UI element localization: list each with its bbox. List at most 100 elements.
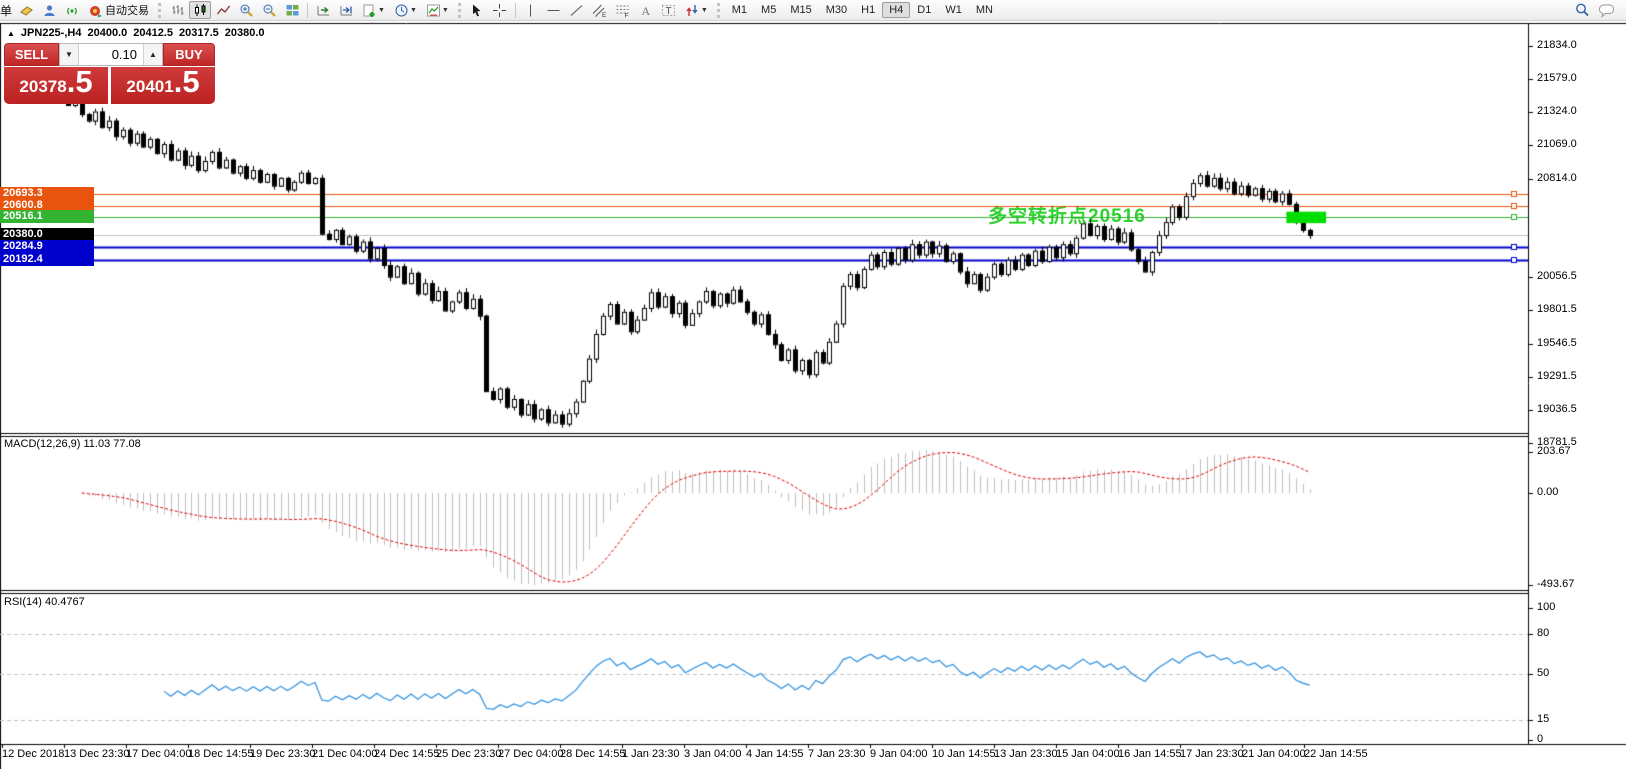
tile-windows-button[interactable]	[281, 1, 303, 19]
quote-close: 20380.0	[224, 27, 265, 39]
buy-button[interactable]: BUY	[163, 43, 215, 66]
periods-dropdown-caret: ▼	[409, 6, 417, 14]
svg-text:F: F	[625, 12, 629, 18]
price-line-tag[interactable]: 20192.4	[0, 253, 94, 266]
date-axis-label: 17 Dec 04:00	[126, 748, 192, 760]
date-axis-label: 9 Jan 04:00	[870, 748, 928, 760]
profile-icon[interactable]	[38, 1, 60, 19]
macd-scale-zero: 0.00	[1537, 486, 1559, 498]
horizontal-line-button[interactable]	[543, 1, 565, 19]
toolbar-grip	[158, 2, 162, 18]
buy-price-button[interactable]: 20401 .5	[111, 64, 215, 104]
signal-icon[interactable]	[61, 1, 83, 19]
sell-button[interactable]: SELL	[4, 43, 59, 66]
autotrading-button[interactable]: 自动交易	[84, 1, 153, 19]
rsi-scale-label: 50	[1537, 667, 1550, 679]
timeframe-m30-button[interactable]: M30	[819, 2, 854, 18]
rsi-scale-label: 0	[1537, 733, 1544, 745]
volume-decrease-button[interactable]: ▼	[60, 44, 79, 65]
order-book-icon[interactable]	[15, 1, 37, 19]
candlestick-chart-button[interactable]	[189, 1, 212, 19]
macd-label: MACD(12,26,9) 11.03 77.08	[4, 438, 141, 450]
main-toolbar: 单 自动交易 ▼ ▼ ▼ E F A T ▼ M1 M5 M15 M30 H1 …	[0, 0, 1626, 21]
zoom-out-button[interactable]	[258, 1, 280, 19]
timeframe-d1-button[interactable]: D1	[910, 2, 938, 18]
timeframe-w1-button[interactable]: W1	[938, 2, 969, 18]
date-axis-label: 17 Jan 23:30	[1180, 748, 1244, 760]
chart-quote-header: ▲ JPN225-,H4 20400.0 20412.5 20317.5 203…	[7, 27, 265, 39]
chat-icon-button[interactable]	[1594, 1, 1620, 19]
timeframe-h4-button[interactable]: H4	[882, 2, 911, 18]
date-axis-label: 7 Jan 23:30	[808, 748, 866, 760]
new-chart-button[interactable]: ▼	[358, 1, 389, 19]
line-chart-button[interactable]	[212, 1, 234, 19]
volume-increase-button[interactable]: ▲	[143, 44, 162, 65]
buy-price-pips: .5	[173, 64, 200, 99]
channel-button[interactable]: E	[589, 1, 611, 19]
timeframe-m15-button[interactable]: M15	[783, 2, 818, 18]
price-axis-tick: 20814.0	[1537, 172, 1577, 184]
sell-price-button[interactable]: 20378 .5	[4, 66, 108, 104]
svg-text:A: A	[642, 4, 651, 18]
new-chart-dropdown-caret: ▼	[378, 6, 385, 14]
date-axis-label: 27 Dec 04:00	[498, 748, 564, 760]
svg-text:T: T	[666, 6, 672, 17]
indicators-button[interactable]: ▼	[422, 1, 453, 19]
price-line-tag[interactable]: 20284.9	[0, 240, 94, 253]
crosshair-button[interactable]	[489, 1, 511, 19]
date-axis-label: 13 Jan 23:30	[994, 748, 1058, 760]
collapse-arrow-icon[interactable]: ▲	[7, 29, 15, 38]
one-click-trading-panel: SELL ▼ 0.10 ▲ BUY 20378 .5 20401 .5	[4, 43, 215, 104]
price-axis-tick: 19801.5	[1537, 303, 1577, 315]
price-axis-tick: 19036.5	[1537, 403, 1577, 415]
timeframe-h1-button[interactable]: H1	[854, 2, 882, 18]
cursor-button[interactable]	[466, 1, 488, 19]
svg-text:E: E	[602, 12, 607, 18]
text-label-button[interactable]: T	[658, 1, 680, 19]
shapes-button[interactable]: ▼	[681, 1, 712, 19]
bar-chart-button[interactable]	[166, 1, 188, 19]
price-axis-tick: 21834.0	[1537, 39, 1577, 51]
date-axis-label: 16 Jan 14:55	[1118, 748, 1182, 760]
timeframe-m5-button[interactable]: M5	[754, 2, 783, 18]
price-axis-tick: 21579.0	[1537, 72, 1577, 84]
price-axis-tick: 20056.5	[1537, 270, 1577, 282]
trendline-button[interactable]	[566, 1, 588, 19]
toolbar-separator	[307, 2, 309, 18]
vertical-line-button[interactable]	[520, 1, 542, 19]
search-icon-button[interactable]	[1571, 1, 1593, 19]
autotrading-label: 自动交易	[105, 5, 150, 17]
indicators-dropdown-caret: ▼	[441, 6, 449, 14]
quote-open: 20400.0	[87, 27, 128, 39]
periods-clock-button[interactable]: ▼	[390, 1, 421, 19]
quote-high: 20412.5	[133, 27, 173, 39]
price-axis-tick: 21324.0	[1537, 105, 1577, 117]
quote-low: 20317.5	[179, 27, 219, 39]
date-axis-label: 15 Jan 04:00	[1056, 748, 1120, 760]
fibonacci-button[interactable]: F	[612, 1, 634, 19]
date-axis-label: 4 Jan 14:55	[746, 748, 804, 760]
rsi-scale-label: 80	[1537, 627, 1550, 639]
date-axis-label: 10 Jan 14:55	[932, 748, 996, 760]
timeframe-m1-button[interactable]: M1	[725, 2, 754, 18]
date-axis-label: 12 Dec 2018	[2, 748, 65, 760]
text-button[interactable]: A	[635, 1, 657, 19]
price-axis-tick: 19546.5	[1537, 337, 1577, 349]
macd-scale-max: 203.67	[1537, 445, 1571, 457]
date-axis-label: 3 Jan 04:00	[684, 748, 742, 760]
date-axis-label: 22 Jan 14:55	[1304, 748, 1368, 760]
new-order-button-partial[interactable]: 单	[0, 2, 12, 19]
date-axis-label: 24 Dec 14:55	[374, 748, 440, 760]
volume-stepper: ▼ 0.10 ▲	[59, 43, 163, 66]
price-axis-tick: 19291.5	[1537, 370, 1577, 382]
zoom-in-button[interactable]	[235, 1, 257, 19]
chart-shift-button[interactable]	[335, 1, 357, 19]
price-line-tag[interactable]: 20516.1	[0, 210, 94, 223]
volume-input[interactable]: 0.10	[79, 44, 143, 65]
symbol-period-label: JPN225-,H4	[20, 27, 82, 39]
timeframe-mn-button[interactable]: MN	[969, 2, 1000, 18]
auto-scroll-button[interactable]	[312, 1, 334, 19]
shapes-dropdown-caret: ▼	[700, 6, 708, 14]
date-axis-label: 18 Dec 14:55	[188, 748, 254, 760]
chart-plot-canvas[interactable]	[0, 0, 1626, 769]
